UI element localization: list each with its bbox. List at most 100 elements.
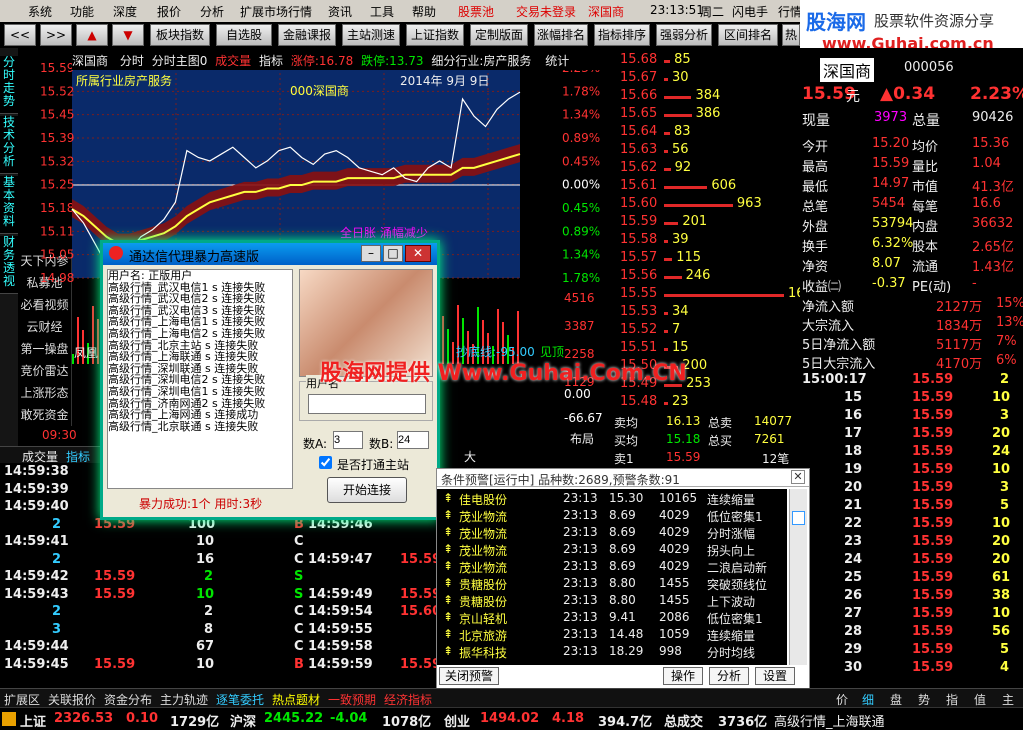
ask-row[interactable]: 15.63 56 — [612, 142, 798, 160]
menu-flash-hand[interactable]: 闪电手 — [732, 3, 768, 20]
menu-trade-login[interactable]: 交易未登录 — [516, 3, 576, 20]
tab-main[interactable]: 主 — [1002, 691, 1014, 708]
strength-analysis-button[interactable]: 强弱分析 — [656, 24, 712, 46]
menu-system[interactable]: 系统 — [28, 3, 52, 20]
down-arrow-icon[interactable]: ▼ — [112, 24, 144, 46]
tab-consensus[interactable]: 一致预期 — [328, 691, 376, 708]
menu-quote[interactable]: 报价 — [157, 3, 181, 20]
alert-row[interactable]: ⇞ 北京旅游 23:13 14.48 1059 连续缩量 — [437, 627, 787, 644]
num-a-input[interactable] — [333, 431, 363, 449]
alert-row[interactable]: ⇞ 贵糖股份 23:13 8.80 1455 上下波动 — [437, 593, 787, 610]
chart-item-main[interactable]: 分时主图0 — [152, 54, 208, 68]
username-input[interactable] — [308, 394, 426, 414]
sector-index-button[interactable]: 板块指数 — [150, 24, 210, 46]
alert-row[interactable]: ⇞ 茂业物流 23:13 8.69 4029 拐头向上 — [437, 542, 787, 559]
tab-price[interactable]: 价 — [836, 691, 848, 708]
bid-row[interactable]: 15.58 39 — [612, 232, 798, 250]
tab-technical[interactable]: 技术分析 — [0, 116, 18, 174]
menu-depth[interactable]: 深度 — [113, 3, 137, 20]
tab-trend[interactable]: 势 — [918, 691, 930, 708]
alert-list[interactable]: ⇞ 佳电股份 23:13 15.30 10165 连续缩量 ⇞ 茂业物流 23:13 8.69 40… — [437, 489, 787, 665]
menu-function[interactable]: 功能 — [70, 3, 94, 20]
custom-layout-button[interactable]: 定制版面 — [470, 24, 528, 46]
open-main-checkbox[interactable] — [319, 456, 332, 469]
tab-related[interactable]: 关联报价 — [48, 691, 96, 708]
speed-test-button[interactable]: 主站测速 — [342, 24, 400, 46]
menu-stock-name[interactable]: 深国商 — [588, 3, 624, 20]
operate-button[interactable]: 操作 — [663, 667, 703, 685]
tab-detail[interactable]: 细 — [862, 691, 874, 708]
bid-row[interactable]: 15.551677 — [612, 286, 821, 304]
menu-quotes-right[interactable]: 行情 — [778, 3, 802, 20]
ask-row[interactable]: 15.61 606 — [612, 178, 798, 196]
menu-news[interactable]: 资讯 — [328, 3, 352, 20]
chart-item-volume[interactable]: 成交量 — [215, 54, 251, 68]
up-arrow-icon[interactable]: ▲ — [76, 24, 108, 46]
minimize-icon[interactable]: – — [361, 245, 381, 262]
sh-index-button[interactable]: 上证指数 — [406, 24, 464, 46]
watchlist-button[interactable]: 自选股 — [216, 24, 272, 46]
num-b-input[interactable] — [397, 431, 429, 449]
stats-button[interactable]: 统计 — [545, 54, 569, 68]
alert-row[interactable]: ⇞ 茂业物流 23:13 8.69 4029 分时涨幅 — [437, 525, 787, 542]
chart-item-intraday[interactable]: 分时 — [120, 54, 144, 68]
tab-intraday[interactable]: 分时走势 — [0, 56, 18, 114]
gain-rank-button[interactable]: 涨幅排名 — [534, 24, 588, 46]
bid-row[interactable]: 15.57 115 — [612, 250, 798, 268]
tab-tick-order[interactable]: 逐笔委托 — [216, 691, 264, 708]
bid-row[interactable]: 15.48 23 — [612, 394, 798, 412]
dialog-titlebar[interactable]: 通达信代理暴力高速版 – □ ✕ — [103, 243, 437, 265]
alert-row[interactable]: ⇞ 茂业物流 23:13 8.69 4029 低位密集1 — [437, 508, 787, 525]
alert-close-icon[interactable]: ✕ — [791, 470, 805, 484]
ask-row[interactable]: 15.64 83 — [612, 124, 798, 142]
start-connect-button[interactable]: 开始连接 — [327, 477, 407, 503]
alert-row[interactable]: ⇞ 佳电股份 23:13 15.30 10165 连续缩量 — [437, 491, 787, 508]
ask-row[interactable]: 15.60 963 — [612, 196, 798, 214]
finance-course-button[interactable]: 金融课报 — [278, 24, 336, 46]
menu-tools[interactable]: 工具 — [370, 3, 394, 20]
ask-row[interactable]: 15.66 384 — [612, 88, 798, 106]
close-alert-button[interactable]: 关闭预警 — [439, 667, 499, 685]
tab-financials[interactable]: 财务透视 — [0, 236, 18, 294]
analyze-button[interactable]: 分析 — [709, 667, 749, 685]
close-icon[interactable]: ✕ — [405, 245, 431, 262]
ask-row[interactable]: 15.65 386 — [612, 106, 798, 124]
maximize-icon[interactable]: □ — [383, 245, 403, 262]
bid-row[interactable]: 15.52 7 — [612, 322, 798, 340]
tab-volume[interactable]: 成交量 — [22, 448, 58, 465]
page-forward-button[interactable]: >> — [40, 24, 72, 46]
tab-index[interactable]: 指 — [946, 691, 958, 708]
layout-button[interactable]: 布局 — [570, 430, 594, 447]
alert-row[interactable]: ⇞ 京山轻机 23:13 9.41 2086 低位密集1 — [437, 610, 787, 627]
tab-value[interactable]: 值 — [974, 691, 986, 708]
tab-main-track[interactable]: 主力轨迹 — [160, 691, 208, 708]
range-rank-button[interactable]: 区间排名 — [718, 24, 778, 46]
ask-row[interactable]: 15.62 92 — [612, 160, 798, 178]
alert-row[interactable]: ⇞ 茂业物流 23:13 8.69 4029 二浪启动新 — [437, 559, 787, 576]
tab-fund-dist[interactable]: 资金分布 — [104, 691, 152, 708]
menu-help[interactable]: 帮助 — [412, 3, 436, 20]
bid-row[interactable]: 15.56 246 — [612, 268, 798, 286]
hot-button[interactable]: 热 — [782, 24, 800, 46]
tab-fundamentals[interactable]: 基本资料 — [0, 176, 18, 234]
ask-row[interactable]: 15.68 85 — [612, 52, 798, 70]
alert-row[interactable]: ⇞ 振华科技 23:13 18.29 998 分时均线 — [437, 644, 787, 661]
bid-row[interactable]: 15.53 34 — [612, 304, 798, 322]
page-back-button[interactable]: << — [4, 24, 36, 46]
tab-indicator[interactable]: 指标 — [66, 448, 90, 465]
tab-hot-topic[interactable]: 热点题材 — [272, 691, 320, 708]
menu-stock-pool[interactable]: 股票池 — [458, 3, 494, 20]
ask-row[interactable]: 15.59 201 — [612, 214, 798, 232]
alert-titlebar[interactable]: 条件预警[运行中] 品种数:2689,预警条数:91 ✕ — [437, 469, 809, 487]
tab-econ[interactable]: 经济指标 — [384, 691, 432, 708]
tab-book[interactable]: 盘 — [890, 691, 902, 708]
tab-extended[interactable]: 扩展区 — [4, 691, 40, 708]
ask-row[interactable]: 15.67 30 — [612, 70, 798, 88]
menu-analysis[interactable]: 分析 — [200, 3, 224, 20]
alert-scrollbar[interactable] — [789, 489, 807, 665]
menu-extended[interactable]: 扩展市场行情 — [240, 3, 312, 20]
chart-item-indicator[interactable]: 指标 — [259, 54, 283, 68]
alert-row[interactable]: ⇞ 贵糖股份 23:13 8.80 1455 突破颈线位 — [437, 576, 787, 593]
settings-button[interactable]: 设置 — [755, 667, 795, 685]
indicator-sort-button[interactable]: 指标排序 — [594, 24, 650, 46]
